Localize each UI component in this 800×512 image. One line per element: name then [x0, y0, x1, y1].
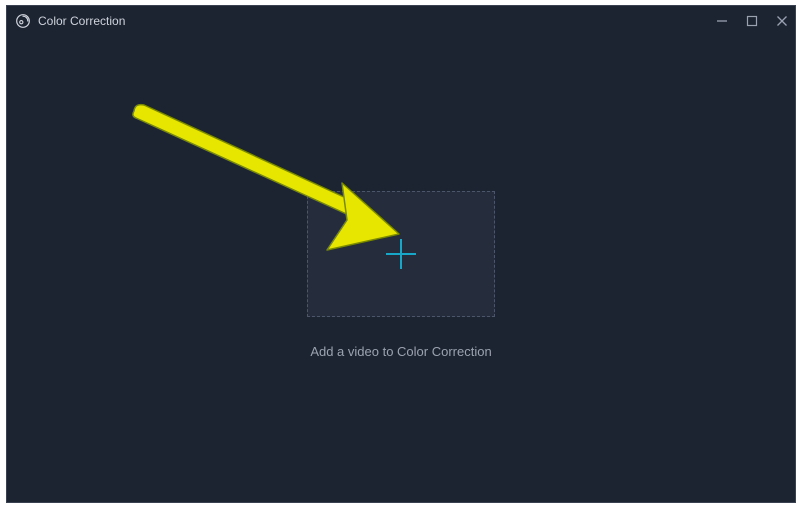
plus-icon: [386, 239, 416, 269]
minimize-icon: [715, 14, 729, 28]
add-video-dropzone[interactable]: [307, 191, 495, 317]
content-area: Add a video to Color Correction: [7, 36, 795, 502]
maximize-button[interactable]: [743, 12, 761, 30]
dropzone-caption: Add a video to Color Correction: [7, 344, 795, 359]
title-bar: Color Correction: [7, 6, 795, 36]
window-title: Color Correction: [38, 6, 125, 36]
maximize-icon: [745, 14, 759, 28]
app-window: Color Correction Add: [6, 5, 796, 503]
close-icon: [775, 14, 789, 28]
window-controls: [713, 6, 791, 36]
app-logo-icon: [15, 13, 31, 29]
minimize-button[interactable]: [713, 12, 731, 30]
close-button[interactable]: [773, 12, 791, 30]
